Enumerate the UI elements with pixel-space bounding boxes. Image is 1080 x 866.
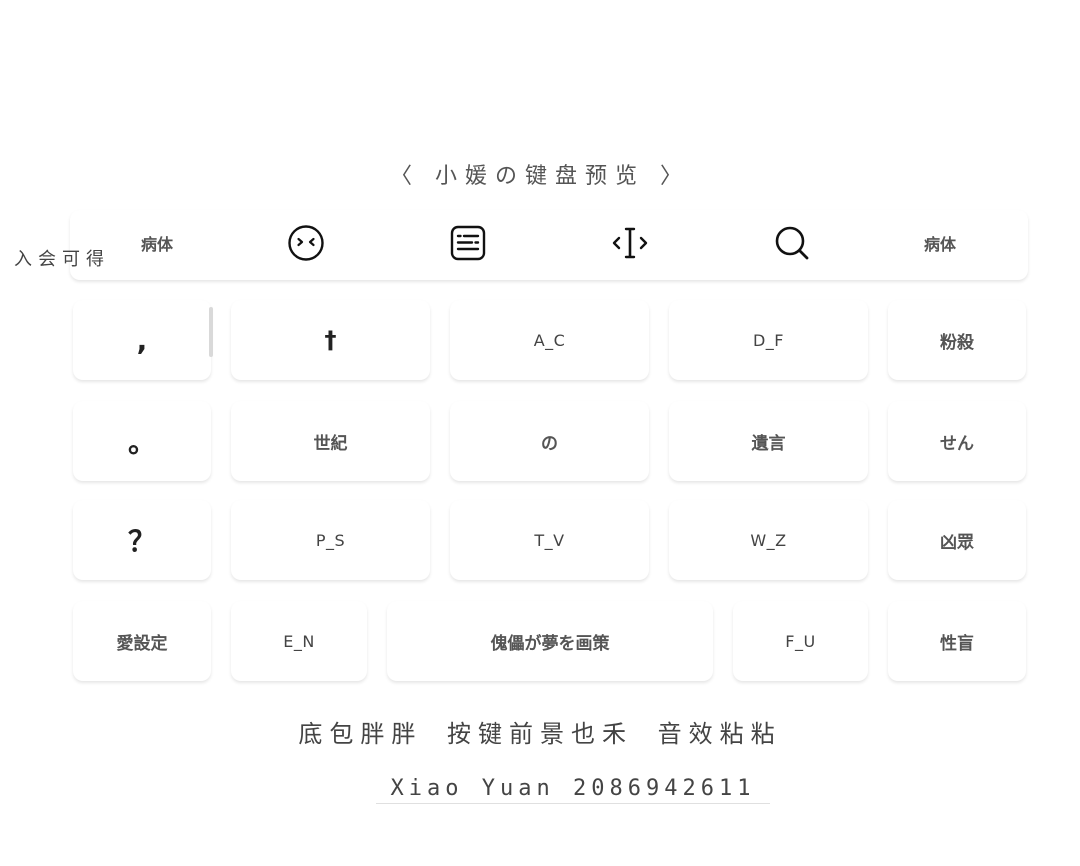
- emoji-face-icon[interactable]: [270, 210, 342, 276]
- footer-description: 底包胖胖 按键前景也禾 音效粘粘: [298, 720, 782, 748]
- keyboard-toolbar: 病体 病体: [70, 210, 1028, 280]
- key-divider: [209, 307, 213, 357]
- key-e-n[interactable]: E_N: [231, 601, 367, 681]
- page-title: 〈 小媛の键盘预览 〉: [390, 164, 690, 189]
- key-w-z[interactable]: W_Z: [669, 500, 868, 580]
- key-p-s[interactable]: P_S: [231, 500, 430, 580]
- key-comma[interactable]: ,: [73, 300, 211, 380]
- key-question[interactable]: ？: [73, 500, 211, 580]
- key-t-v[interactable]: T_V: [450, 500, 649, 580]
- key-seiki[interactable]: 世紀: [231, 401, 430, 481]
- toolbar-right-label[interactable]: 病体: [905, 210, 975, 276]
- key-sen[interactable]: せん: [888, 401, 1026, 481]
- key-kyoushu[interactable]: 凶眾: [888, 500, 1026, 580]
- key-ai-settei[interactable]: 愛設定: [73, 601, 211, 681]
- text-cursor-icon[interactable]: [594, 210, 666, 276]
- key-space[interactable]: 傀儡が夢を画策: [387, 601, 713, 681]
- key-d-f[interactable]: D_F: [669, 300, 868, 380]
- footer-credit: Xiao Yuan 2086942611: [376, 776, 770, 804]
- key-seimou[interactable]: 性盲: [888, 601, 1026, 681]
- key-yuigon[interactable]: 遺言: [669, 401, 868, 481]
- key-a-c[interactable]: A_C: [450, 300, 649, 380]
- key-no[interactable]: の: [450, 401, 649, 481]
- toolbar-left-label[interactable]: 病体: [122, 210, 192, 276]
- key-funsha[interactable]: 粉殺: [888, 300, 1026, 380]
- search-icon[interactable]: [756, 210, 828, 276]
- key-dagger[interactable]: †: [231, 300, 430, 380]
- key-f-u[interactable]: F_U: [733, 601, 868, 681]
- key-period[interactable]: 。: [73, 401, 211, 481]
- keyboard-icon[interactable]: [432, 210, 504, 276]
